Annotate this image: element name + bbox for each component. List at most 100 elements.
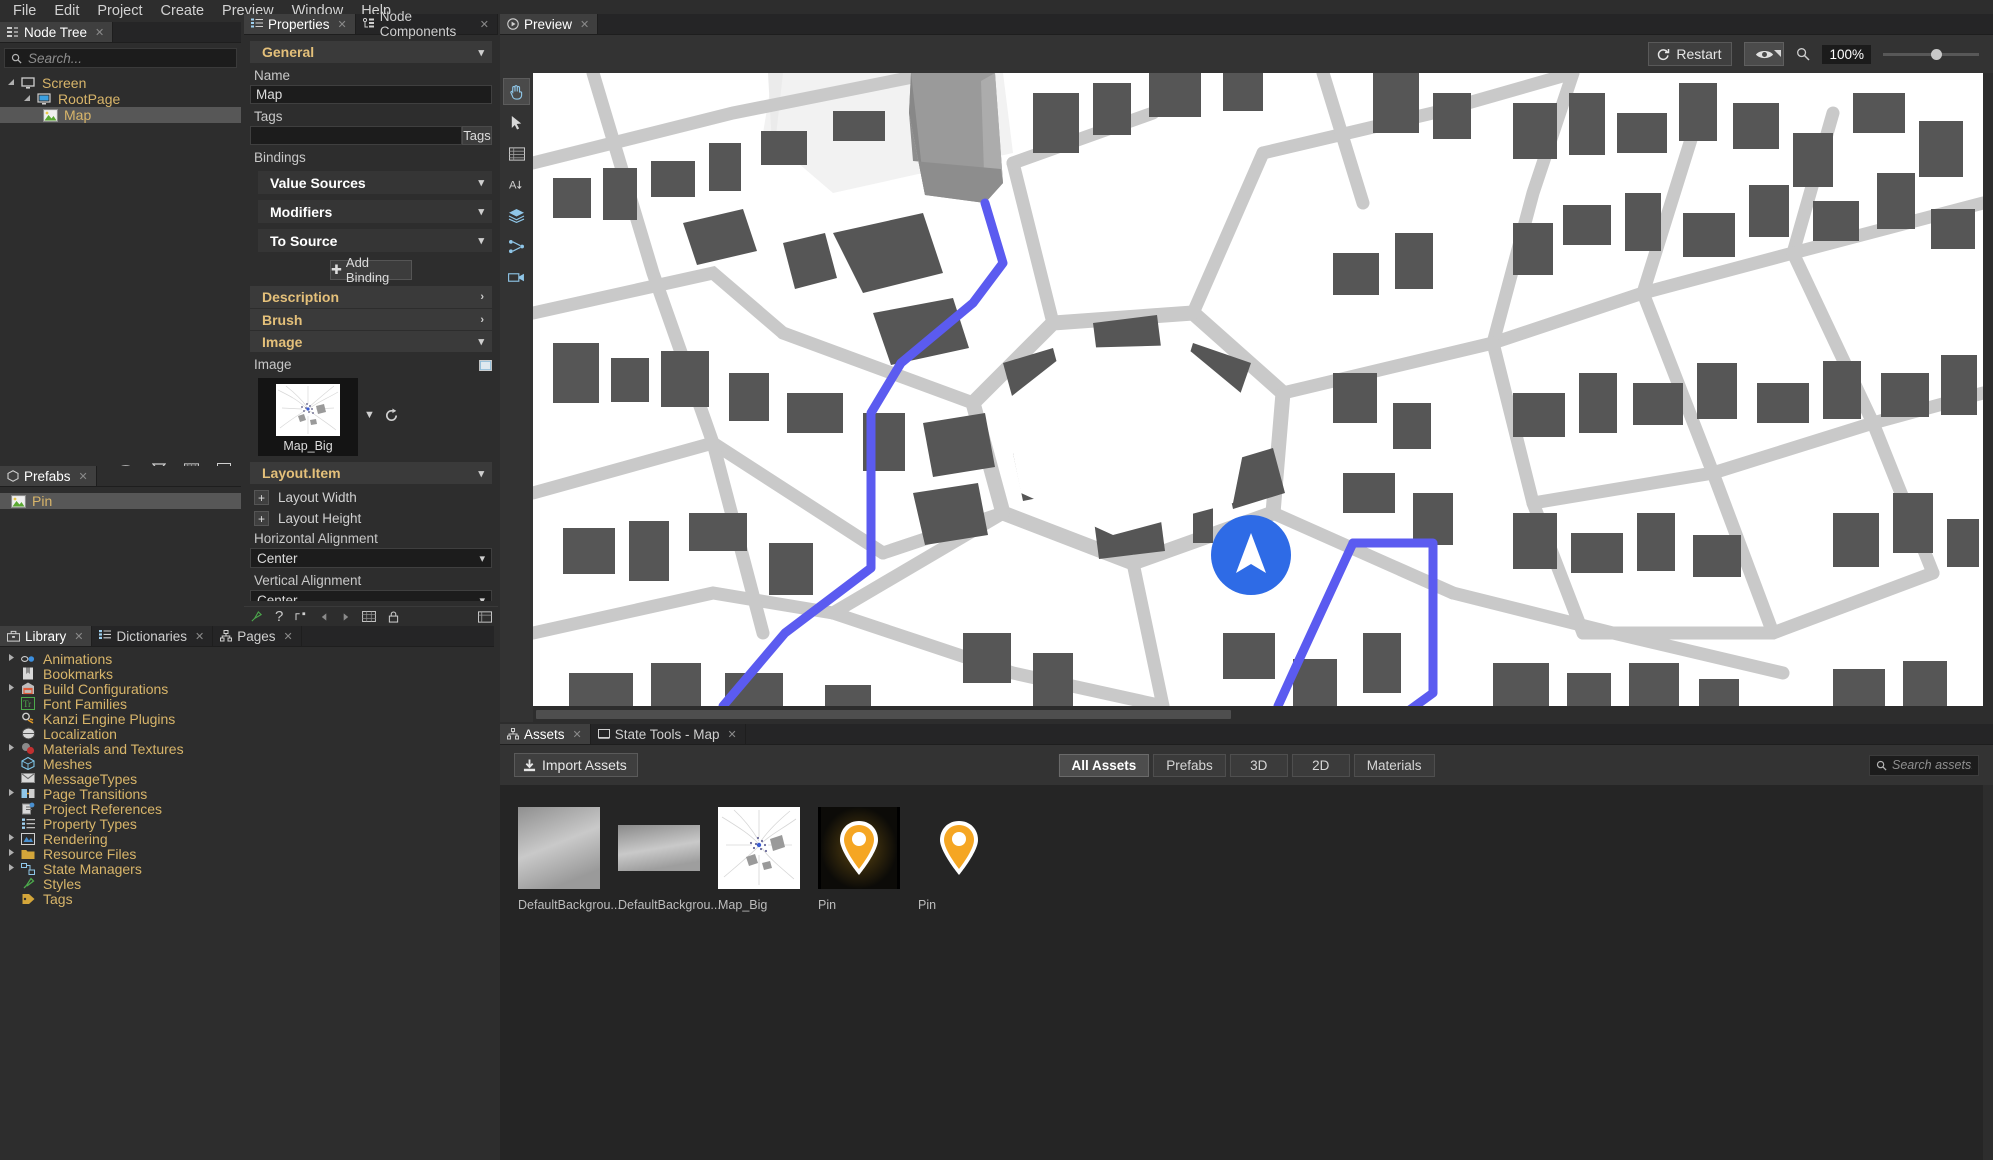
expand-arrow-icon[interactable] [4, 864, 18, 873]
library-item-animations[interactable]: Animations [0, 651, 494, 667]
asset-item[interactable]: Map_Big [718, 807, 818, 1160]
close-icon[interactable]: ✕ [580, 18, 589, 31]
asset-filter-materials[interactable]: Materials [1353, 753, 1435, 777]
tags-field[interactable] [250, 126, 462, 145]
binding-group-value-sources[interactable]: Value Sources ▾ [258, 171, 492, 194]
add-layout-height-button[interactable]: + [254, 511, 269, 526]
chevron-down-icon[interactable]: ▾ [478, 335, 484, 348]
image-asset-field[interactable]: Map_Big [258, 378, 358, 456]
library-item-build-configurations[interactable]: Build Configurations [0, 681, 494, 697]
asset-filter-all-assets[interactable]: All Assets [1058, 753, 1150, 777]
section-layout-item[interactable]: Layout.Item ▾ [250, 462, 492, 484]
chevron-down-icon[interactable]: ▾ [478, 234, 484, 247]
library-item-styles[interactable]: Styles [0, 876, 494, 892]
chevron-down-icon[interactable]: ▼ [364, 409, 375, 421]
chevron-down-icon[interactable]: ▾ [478, 46, 484, 59]
text-tool-button[interactable]: A [503, 171, 530, 198]
tab-dictionaries[interactable]: Dictionaries ✕ [92, 626, 214, 646]
preview-visibility-button[interactable] [1744, 42, 1785, 66]
tab-state-tools-map[interactable]: State Tools - Map ✕ [590, 724, 746, 744]
asset-item[interactable]: DefaultBackgrou... [518, 807, 621, 1160]
vertical-alignment-select[interactable]: Center ▾ [250, 590, 492, 601]
add-layout-width-button[interactable]: + [254, 490, 269, 505]
grid-tool-button[interactable] [503, 140, 530, 167]
binding-group-to-source[interactable]: To Source ▾ [258, 229, 492, 252]
name-field[interactable]: Map [250, 85, 492, 104]
library-item-state-managers[interactable]: State Managers [0, 861, 494, 877]
library-item-project-references[interactable]: Project References [0, 801, 494, 817]
layout-height-row[interactable]: + Layout Height [250, 511, 492, 526]
chevron-down-icon[interactable]: ▾ [479, 552, 485, 565]
image-picker-icon[interactable] [479, 360, 492, 371]
tab-prefabs[interactable]: Prefabs ✕ [0, 466, 97, 486]
zoom-level-value[interactable]: 100% [1822, 44, 1871, 64]
asset-filter-prefabs[interactable]: Prefabs [1153, 753, 1226, 777]
dropdown-corner-icon[interactable] [1774, 44, 1782, 61]
asset-filter-2d[interactable]: 2D [1291, 753, 1350, 777]
chevron-down-icon[interactable]: ▾ [478, 176, 484, 189]
menu-item-edit[interactable]: Edit [45, 1, 88, 21]
library-item-font-families[interactable]: Tr Font Families [0, 696, 494, 712]
tab-library[interactable]: Library ✕ [0, 626, 93, 646]
tab-preview[interactable]: Preview ✕ [500, 14, 599, 34]
section-image[interactable]: Image ▾ [250, 330, 492, 352]
layout-width-row[interactable]: + Layout Width [250, 490, 492, 505]
expand-arrow-icon[interactable] [4, 654, 18, 663]
library-item-messagetypes[interactable]: MessageTypes [0, 771, 494, 787]
close-icon[interactable]: ✕ [79, 470, 88, 483]
close-icon[interactable]: ✕ [95, 26, 104, 39]
expand-arrow-icon[interactable] [4, 684, 18, 693]
horizontal-alignment-select[interactable]: Center ▾ [250, 548, 492, 568]
tab-pages[interactable]: Pages ✕ [213, 626, 302, 646]
search-input[interactable] [28, 50, 230, 66]
preview-canvas[interactable] [533, 73, 1983, 706]
prev-keyframe-icon[interactable] [320, 612, 329, 622]
assets-search[interactable] [1869, 754, 1979, 776]
library-item-property-types[interactable]: Property Types [0, 816, 494, 832]
library-item-resource-files[interactable]: Resource Files [0, 846, 494, 862]
chevron-down-icon[interactable]: ▾ [478, 205, 484, 218]
menu-item-create[interactable]: Create [152, 1, 214, 21]
asset-item[interactable]: Pin [918, 807, 1018, 1160]
assets-search-input[interactable] [1892, 758, 1972, 772]
brush-settings-icon[interactable] [250, 610, 263, 623]
expand-arrow-icon[interactable] [4, 789, 18, 798]
keyframe-icon[interactable] [295, 611, 308, 622]
library-item-localization[interactable]: Localization [0, 726, 494, 742]
expand-arrow-icon[interactable] [4, 834, 18, 843]
menu-item-file[interactable]: File [4, 1, 45, 21]
library-item-bookmarks[interactable]: Bookmarks [0, 666, 494, 682]
expand-arrow-icon[interactable] [4, 744, 18, 753]
asset-item[interactable]: Pin [818, 807, 918, 1160]
close-icon[interactable]: ✕ [284, 630, 293, 643]
close-icon[interactable]: ✕ [573, 728, 582, 741]
close-icon[interactable]: ✕ [480, 18, 489, 31]
preview-vertical-scrollbar[interactable] [1983, 73, 1993, 706]
reset-icon[interactable] [384, 407, 399, 423]
tab-node-tree[interactable]: Node Tree ✕ [0, 22, 114, 42]
properties-grid-icon[interactable] [478, 610, 492, 623]
help-icon[interactable]: ? [275, 608, 283, 625]
library-item-rendering[interactable]: Rendering [0, 831, 494, 847]
zoom-slider[interactable] [1883, 48, 1979, 60]
binding-group-modifiers[interactable]: Modifiers ▾ [258, 200, 492, 223]
pan-tool-button[interactable] [503, 78, 530, 105]
close-icon[interactable]: ✕ [338, 18, 347, 31]
section-brush[interactable]: Brush › [250, 308, 492, 330]
section-general[interactable]: General ▾ [250, 41, 492, 63]
library-item-kanzi-engine-plugins[interactable]: Kanzi Engine Plugins [0, 711, 494, 727]
library-item-tags[interactable]: Tags [0, 891, 494, 907]
tree-node-map[interactable]: Map [0, 107, 241, 123]
zoom-slider-knob[interactable] [1931, 48, 1942, 60]
node-tree-search[interactable] [4, 48, 237, 68]
layers-tool-button[interactable] [503, 202, 530, 229]
expand-arrow-icon[interactable] [22, 95, 34, 103]
scrollbar-thumb[interactable] [536, 710, 1231, 719]
lock-icon[interactable] [388, 610, 399, 623]
tree-node-screen[interactable]: Screen [0, 75, 241, 91]
tree-node-rootpage[interactable]: RootPage [0, 91, 241, 107]
add-binding-button[interactable]: ✚ Add Binding [330, 255, 412, 285]
chevron-down-icon[interactable]: ▾ [478, 467, 484, 480]
asset-filter-3d[interactable]: 3D [1229, 753, 1288, 777]
prefab-item-pin[interactable]: Pin [0, 493, 241, 509]
